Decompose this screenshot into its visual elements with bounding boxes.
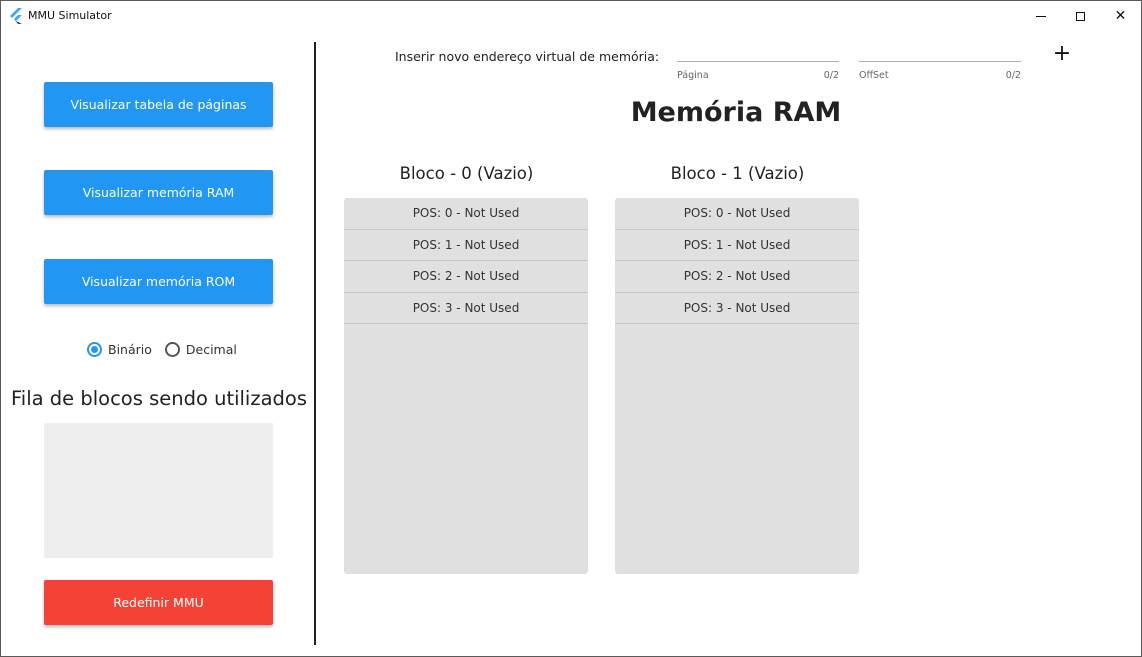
- block-row: POS: 0 - Not Used: [615, 198, 859, 230]
- offset-field-hint: OffSet: [859, 70, 889, 81]
- view-page-table-button[interactable]: Visualizar tabela de páginas: [44, 82, 273, 127]
- flutter-logo-icon: [10, 8, 22, 24]
- block-title: Bloco - 1 (Vazio): [670, 164, 805, 183]
- view-rom-button[interactable]: Visualizar memória ROM: [44, 259, 273, 304]
- block-title: Bloco - 0 (Vazio): [399, 164, 534, 183]
- block-body: POS: 0 - Not Used POS: 1 - Not Used POS:…: [344, 198, 588, 574]
- block-row: POS: 2 - Not Used: [615, 261, 859, 293]
- page-title: Memória RAM: [630, 97, 842, 128]
- block-row: POS: 2 - Not Used: [344, 261, 588, 293]
- reset-mmu-button[interactable]: Redefinir MMU: [44, 580, 273, 625]
- decimal-radio-label[interactable]: Decimal: [186, 342, 237, 357]
- address-input-label: Inserir novo endereço virtual de memória…: [395, 49, 660, 64]
- plus-icon: +: [1052, 41, 1072, 66]
- add-address-button[interactable]: +: [1052, 43, 1072, 67]
- minimize-button[interactable]: [1018, 1, 1063, 31]
- offset-field-counter: 0/2: [1005, 70, 1021, 81]
- title-bar: MMU Simulator ✕: [1, 1, 1141, 31]
- sidebar: Visualizar tabela de páginas Visualizar …: [1, 31, 314, 657]
- window-title: MMU Simulator: [28, 9, 112, 22]
- memory-block-0: Bloco - 0 (Vazio) POS: 0 - Not Used POS:…: [344, 164, 589, 574]
- offset-field: OffSet 0/2: [859, 45, 1021, 85]
- maximize-button[interactable]: [1058, 1, 1103, 31]
- maximize-icon: [1076, 11, 1085, 21]
- close-button[interactable]: ✕: [1098, 1, 1142, 31]
- vertical-divider: [314, 42, 316, 645]
- block-row: POS: 1 - Not Used: [615, 230, 859, 261]
- block-row: POS: 0 - Not Used: [344, 198, 588, 230]
- block-row: POS: 3 - Not Used: [615, 293, 859, 324]
- offset-input[interactable]: [859, 45, 1021, 62]
- binary-radio[interactable]: [87, 341, 102, 357]
- close-icon: ✕: [1114, 8, 1127, 24]
- number-format-radio-group: Binário Decimal: [87, 340, 250, 358]
- memory-block-1: Bloco - 1 (Vazio) POS: 0 - Not Used POS:…: [615, 164, 860, 574]
- block-row: POS: 3 - Not Used: [344, 293, 588, 324]
- minimize-icon: [1035, 15, 1046, 17]
- page-field-hint: Página: [677, 70, 709, 81]
- app-window: MMU Simulator ✕ Visualizar tabela de pág…: [0, 0, 1142, 657]
- decimal-radio[interactable]: [164, 341, 180, 357]
- view-ram-button[interactable]: Visualizar memória RAM: [44, 170, 273, 215]
- page-field: Página 0/2: [677, 45, 839, 85]
- block-row: POS: 1 - Not Used: [344, 230, 588, 261]
- page-input[interactable]: [677, 45, 839, 62]
- page-field-counter: 0/2: [823, 70, 839, 81]
- binary-radio-label[interactable]: Binário: [108, 342, 152, 357]
- radio-selected-dot: [91, 345, 98, 353]
- block-queue-panel: [44, 423, 273, 558]
- block-queue-title: Fila de blocos sendo utilizados: [10, 387, 308, 410]
- block-body: POS: 0 - Not Used POS: 1 - Not Used POS:…: [615, 198, 859, 574]
